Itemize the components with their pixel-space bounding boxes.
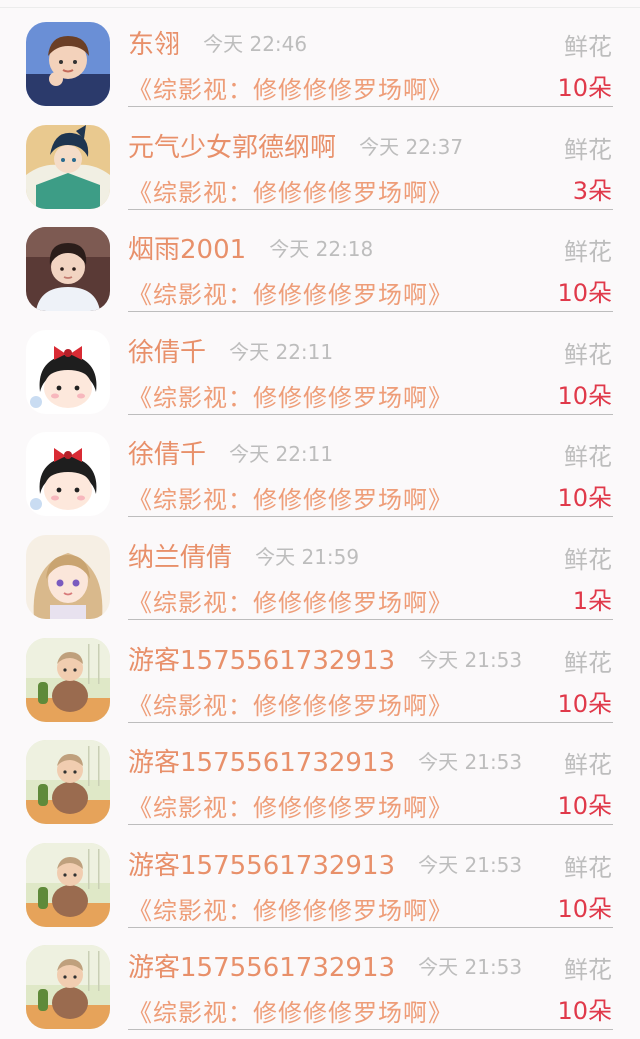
gift-count: 10朵 [557,279,612,308]
gift-type: 鲜花 [564,648,612,677]
list-item[interactable]: 游客1575561732913 今天 21:53 《综影视：修修修修罗场啊》 鲜… [0,718,640,826]
timestamp: 今天 22:11 [229,339,334,364]
user-name[interactable]: 东翎 [128,30,180,60]
gift-count: 3朵 [572,176,612,205]
user-name[interactable]: 徐倩千 [128,338,206,368]
gift-count: 10朵 [557,792,612,821]
gift-type: 鲜花 [564,443,612,472]
gift-type: 鲜花 [564,546,612,574]
timestamp: 今天 21:53 [418,852,523,877]
name-line: 游客1575561732913 今天 21:53 [128,640,522,676]
name-line: 元气少女郭德纲啊 今天 22:37 [128,127,463,163]
timestamp: 今天 22:11 [229,442,334,467]
list-item[interactable]: 游客1575561732913 今天 21:53 《综影视：修修修修罗场啊》 鲜… [0,616,640,723]
book-title[interactable]: 《综影视：修修修修罗场啊》 [128,70,453,105]
book-title[interactable]: 《综影视：修修修修罗场啊》 [128,378,453,413]
list-item[interactable]: 东翎 今天 22:46 《综影视：修修修修罗场啊》 鲜花 10朵 [0,0,640,107]
user-name[interactable]: 游客1575561732913 [128,953,395,983]
timestamp: 今天 21:53 [418,647,523,672]
gift-type: 鲜花 [564,751,612,780]
timestamp: 今天 22:18 [269,237,374,262]
user-name[interactable]: 纳兰倩倩 [128,543,232,573]
gift-count: 10朵 [557,381,612,410]
list-item[interactable]: 烟雨2001 今天 22:18 《综影视：修修修修罗场啊》 鲜花 10朵 [0,205,640,313]
gift-count: 10朵 [557,74,612,102]
list-item[interactable]: 游客1575561732913 今天 21:53 《综影视：修修修修罗场啊》 鲜… [0,821,640,928]
book-title[interactable]: 《综影视：修修修修罗场啊》 [128,686,453,721]
name-line: 徐倩千 今天 22:11 [128,434,333,470]
list-item[interactable]: 元气少女郭德纲啊 今天 22:37 《综影视：修修修修罗场啊》 鲜花 3朵 [0,103,640,210]
book-title[interactable]: 《综影视：修修修修罗场啊》 [128,173,453,208]
gift-count: 1朵 [572,587,612,615]
baby-avatar-icon[interactable] [26,842,110,927]
timestamp: 今天 21:53 [418,750,523,775]
timestamp: 今天 22:37 [359,134,464,159]
baby-avatar-icon[interactable] [26,740,110,825]
gift-count: 10朵 [557,484,612,513]
book-title[interactable]: 《综影视：修修修修罗场啊》 [128,788,453,823]
gift-type: 鲜花 [564,340,612,369]
book-title[interactable]: 《综影视：修修修修罗场啊》 [128,275,453,310]
cartoon-girl-avatar-icon[interactable] [26,329,110,414]
name-line: 纳兰倩倩 今天 21:59 [128,537,359,573]
gift-type: 鲜花 [564,135,612,164]
anime-warrior-avatar-icon[interactable] [26,124,110,209]
name-line: 烟雨2001 今天 22:18 [128,229,373,265]
name-line: 游客1575561732913 今天 21:53 [128,742,522,778]
gift-type: 鲜花 [564,853,612,882]
timestamp: 今天 21:59 [255,545,360,569]
gift-count: 10朵 [557,997,612,1026]
book-title[interactable]: 《综影视：修修修修罗场啊》 [128,583,453,618]
man-portrait-avatar-icon[interactable] [26,227,110,312]
book-title[interactable]: 《综影视：修修修修罗场啊》 [128,480,453,515]
baby-avatar-icon[interactable] [26,637,110,722]
timestamp: 今天 22:46 [203,32,308,56]
gift-type: 鲜花 [564,33,612,61]
anime-girl-avatar-icon[interactable] [26,535,110,619]
boy-avatar-icon[interactable] [26,22,110,106]
gift-count: 10朵 [557,689,612,718]
timestamp: 今天 21:53 [418,955,523,980]
user-name[interactable]: 烟雨2001 [128,235,246,265]
name-line: 徐倩千 今天 22:11 [128,332,333,368]
gift-type: 鲜花 [564,238,612,267]
name-line: 东翎 今天 22:46 [128,24,307,60]
book-title[interactable]: 《综影视：修修修修罗场啊》 [128,993,453,1028]
user-name[interactable]: 元气少女郭德纲啊 [128,133,336,163]
user-name[interactable]: 游客1575561732913 [128,851,395,881]
list-item[interactable]: 纳兰倩倩 今天 21:59 《综影视：修修修修罗场啊》 鲜花 1朵 [0,513,640,620]
baby-avatar-icon[interactable] [26,945,110,1030]
gift-type: 鲜花 [564,956,612,985]
list-item[interactable]: 游客1575561732913 今天 21:53 《综影视：修修修修罗场啊》 鲜… [0,923,640,1031]
user-name[interactable]: 游客1575561732913 [128,748,395,778]
name-line: 游客1575561732913 今天 21:53 [128,845,522,881]
row-divider [128,1029,613,1031]
user-name[interactable]: 徐倩千 [128,440,206,470]
list-item[interactable]: 徐倩千 今天 22:11 《综影视：修修修修罗场啊》 鲜花 10朵 [0,410,640,518]
book-title[interactable]: 《综影视：修修修修罗场啊》 [128,891,453,926]
cartoon-girl-avatar-icon[interactable] [26,432,110,517]
list-item[interactable]: 徐倩千 今天 22:11 《综影视：修修修修罗场啊》 鲜花 10朵 [0,308,640,415]
gift-count: 10朵 [557,894,612,923]
user-name[interactable]: 游客1575561732913 [128,646,395,676]
name-line: 游客1575561732913 今天 21:53 [128,947,522,983]
